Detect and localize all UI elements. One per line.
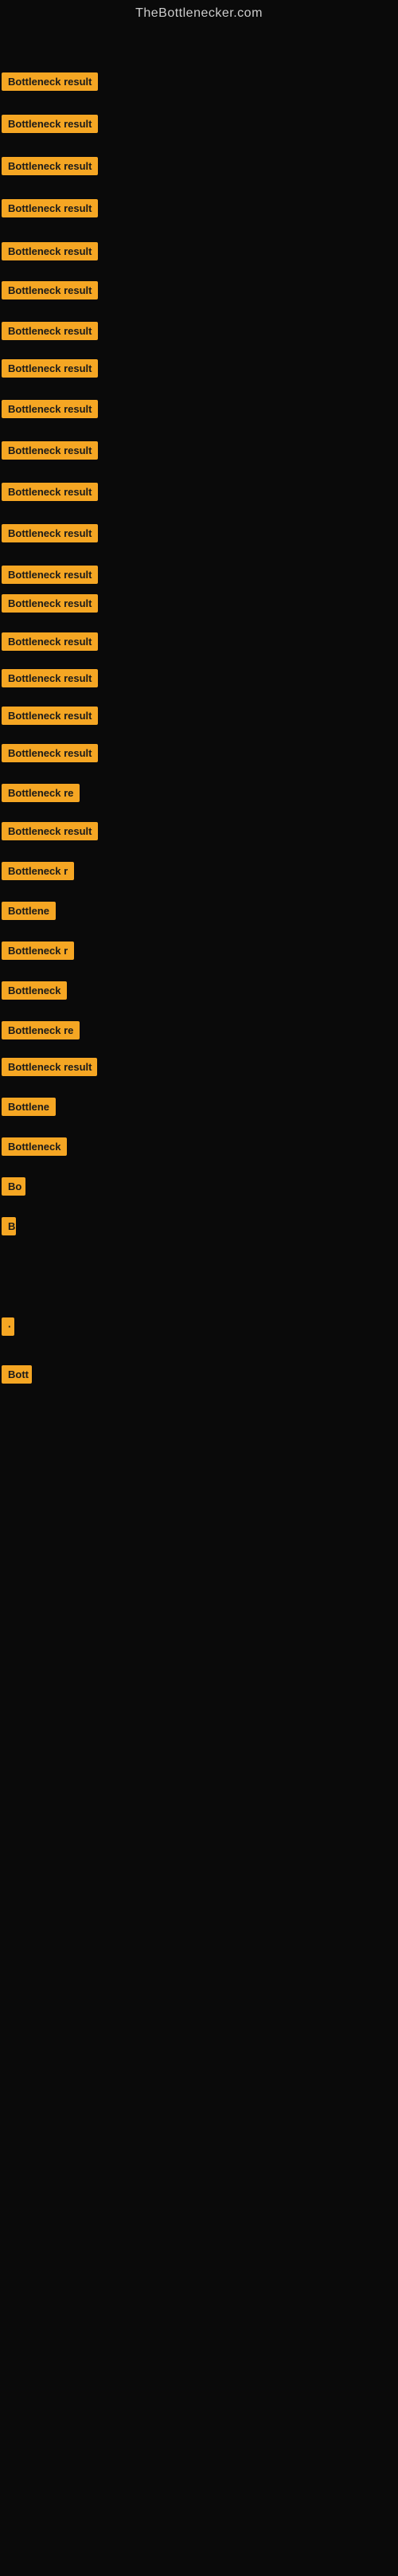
bottleneck-label: Bottleneck result	[2, 281, 98, 299]
bottleneck-result-item[interactable]: Bottleneck result	[2, 400, 98, 422]
bottleneck-label: Bottleneck result	[2, 72, 98, 91]
bottleneck-label: Bottleneck r	[2, 942, 74, 960]
bottleneck-label: Bottleneck result	[2, 359, 98, 378]
bottleneck-result-item[interactable]: Bottleneck result	[2, 1058, 97, 1080]
bottleneck-label: Bottleneck result	[2, 115, 98, 133]
bottleneck-label: Bottleneck r	[2, 862, 74, 880]
bottleneck-result-item[interactable]: Bottleneck result	[2, 242, 98, 264]
bottleneck-label: Bottleneck result	[2, 744, 98, 762]
bottleneck-result-item[interactable]: Bo	[2, 1177, 25, 1200]
bottleneck-result-item[interactable]: Bottleneck result	[2, 115, 98, 137]
bottleneck-label: Bottleneck result	[2, 1058, 97, 1076]
bottleneck-label: Bottleneck result	[2, 441, 98, 460]
bottleneck-result-item[interactable]: Bott	[2, 1365, 32, 1388]
bottleneck-result-item[interactable]: Bottleneck re	[2, 784, 80, 806]
bottleneck-label: Bottleneck re	[2, 1021, 80, 1039]
bottleneck-result-item[interactable]: Bottlene	[2, 902, 56, 924]
bottleneck-label: Bottleneck result	[2, 322, 98, 340]
bottleneck-result-item[interactable]: Bottleneck r	[2, 862, 74, 884]
bottleneck-result-item[interactable]: Bottleneck result	[2, 744, 98, 766]
bottleneck-result-item[interactable]: Bottleneck result	[2, 359, 98, 382]
bottleneck-label: Bottleneck result	[2, 400, 98, 418]
bottleneck-result-item[interactable]: ·	[2, 1317, 14, 1340]
bottleneck-result-item[interactable]: Bottleneck result	[2, 566, 98, 588]
bottleneck-result-item[interactable]: Bottleneck result	[2, 594, 98, 617]
bottleneck-result-item[interactable]: Bottleneck r	[2, 942, 74, 964]
bottleneck-label: Bottleneck result	[2, 566, 98, 584]
bottleneck-label: Bottleneck result	[2, 157, 98, 175]
bottleneck-result-item[interactable]: Bottleneck result	[2, 157, 98, 179]
bottleneck-label: ·	[2, 1317, 14, 1336]
bottleneck-result-item[interactable]: B	[2, 1217, 16, 1239]
bottleneck-label: Bottleneck	[2, 981, 67, 1000]
bottleneck-result-item[interactable]: Bottleneck result	[2, 483, 98, 505]
bottleneck-label: Bottleneck result	[2, 199, 98, 217]
bottleneck-result-item[interactable]: Bottlene	[2, 1098, 56, 1120]
bottleneck-label: Bottleneck result	[2, 822, 98, 840]
bottleneck-label: Bottleneck result	[2, 483, 98, 501]
bottleneck-label: Bottlene	[2, 1098, 56, 1116]
bottleneck-label: Bottleneck result	[2, 632, 98, 651]
bottleneck-label: Bottlene	[2, 902, 56, 920]
bottleneck-result-item[interactable]: Bottleneck re	[2, 1021, 80, 1043]
bottleneck-result-item[interactable]: Bottleneck result	[2, 524, 98, 546]
bottleneck-result-item[interactable]: Bottleneck	[2, 981, 67, 1004]
bottleneck-result-item[interactable]: Bottleneck result	[2, 72, 98, 95]
bottleneck-result-item[interactable]: Bottleneck result	[2, 322, 98, 344]
bottleneck-label: Bottleneck result	[2, 707, 98, 725]
bottleneck-label: Bottleneck result	[2, 242, 98, 260]
bottleneck-label: Bottleneck	[2, 1137, 67, 1156]
bottleneck-label: Bottleneck result	[2, 524, 98, 542]
bottleneck-result-item[interactable]: Bottleneck result	[2, 632, 98, 655]
bottleneck-result-item[interactable]: Bottleneck result	[2, 822, 98, 844]
bottleneck-label: Bottleneck result	[2, 669, 98, 687]
site-title: TheBottlenecker.com	[0, 0, 398, 27]
bottleneck-result-item[interactable]: Bottleneck result	[2, 669, 98, 691]
bottleneck-result-item[interactable]: Bottleneck result	[2, 441, 98, 464]
bottleneck-label: Bottleneck re	[2, 784, 80, 802]
bottleneck-result-item[interactable]: Bottleneck	[2, 1137, 67, 1160]
bottleneck-label: Bottleneck result	[2, 594, 98, 613]
bottleneck-label: Bo	[2, 1177, 25, 1196]
bottleneck-result-item[interactable]: Bottleneck result	[2, 199, 98, 221]
bottleneck-result-item[interactable]: Bottleneck result	[2, 281, 98, 303]
bottleneck-result-item[interactable]: Bottleneck result	[2, 707, 98, 729]
bottleneck-label: Bott	[2, 1365, 32, 1384]
bottleneck-label: B	[2, 1217, 16, 1235]
